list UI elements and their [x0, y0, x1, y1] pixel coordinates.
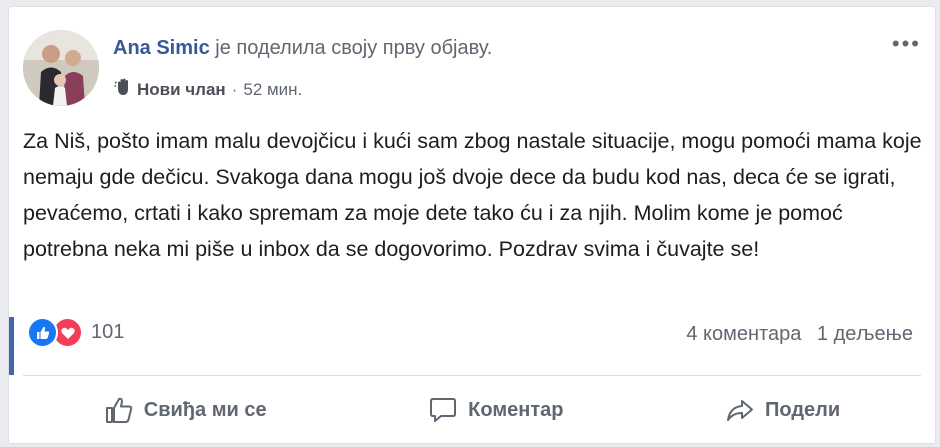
reactions-summary[interactable]: 101: [27, 317, 124, 348]
more-options-icon[interactable]: •••: [892, 31, 921, 57]
post-timestamp[interactable]: 52 мин.: [243, 80, 302, 100]
share-button[interactable]: Подели: [725, 395, 840, 425]
post-stats: 4 коментара 1 дељење: [686, 323, 913, 346]
divider: [23, 375, 921, 376]
meta-separator: ·: [231, 79, 238, 99]
comments-count[interactable]: 4 коментара: [686, 323, 801, 345]
author-name[interactable]: Ana Simic: [113, 37, 210, 59]
post-header: Ana Simic је поделила своју прву објаву.: [113, 37, 492, 60]
action-bar: Свиђа ми се Коментар Подели: [23, 379, 921, 441]
post-action-text: је поделила своју прву објаву.: [215, 37, 493, 59]
post-meta: Нови члан · 52 мин.: [113, 77, 302, 102]
like-icon: [27, 317, 58, 348]
shares-count[interactable]: 1 дељење: [817, 323, 913, 345]
share-arrow-icon: [727, 400, 754, 421]
accent-bar: [9, 317, 14, 375]
post-card: Ana Simic је поделила своју прву објаву.…: [8, 6, 936, 444]
like-button-label: Свиђа ми се: [143, 398, 267, 421]
thumbs-up-icon: [105, 397, 133, 423]
comment-button-label: Коментар: [468, 398, 564, 421]
new-member-badge[interactable]: Нови члан: [137, 80, 226, 100]
comment-icon: [430, 398, 457, 422]
comment-button[interactable]: Коментар: [428, 395, 563, 425]
share-button-label: Подели: [765, 398, 841, 421]
post-body: Za Niš, pošto imam malu devojčicu i kući…: [23, 129, 922, 261]
new-member-wave-icon: [113, 77, 133, 102]
reaction-count: 101: [91, 321, 125, 343]
like-button[interactable]: Свиђа ми се: [104, 395, 267, 425]
avatar-photo: [23, 30, 99, 106]
avatar[interactable]: [23, 30, 99, 106]
